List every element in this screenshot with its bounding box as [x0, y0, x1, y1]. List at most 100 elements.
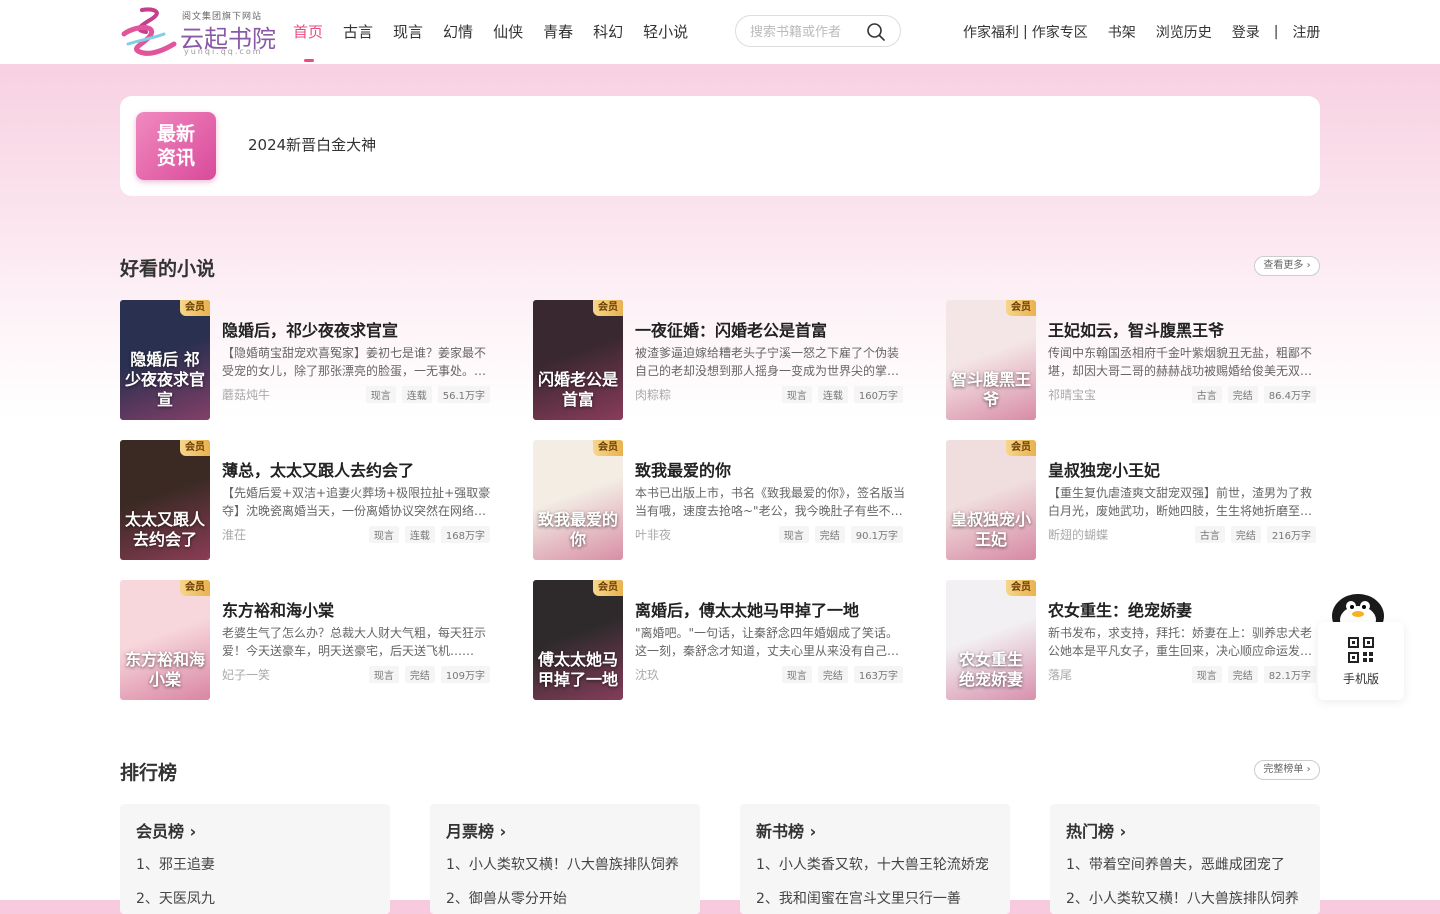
book-cover-title: 傅太太她马甲掉了一地: [537, 650, 618, 689]
ranking-item[interactable]: 1、带着空间养兽夫，恶雌成团宠了: [1066, 854, 1316, 874]
book-card[interactable]: 隐婚后 祁少夜夜求官宣 会员 隐婚后，祁少夜夜求官宣【隐婚萌宝甜宠欢喜冤家】姜初七是…: [120, 300, 490, 420]
news-badge-text: 最新资讯: [156, 123, 195, 169]
book-cover[interactable]: 闪婚老公是首富 会员: [533, 300, 623, 420]
book-cover[interactable]: 隐婚后 祁少夜夜求官宣 会员: [120, 300, 210, 420]
book-title[interactable]: 离婚后，傅太太她马甲掉了一地: [635, 597, 905, 621]
book-cover-title: 农女重生 绝宠娇妻: [958, 650, 1023, 689]
book-cover-title: 智斗腹黑王爷: [950, 370, 1031, 409]
book-author[interactable]: 蘑菇炖牛: [222, 386, 270, 403]
book-tags: 古言 完结 86.4万字: [1186, 386, 1316, 403]
register-link[interactable]: 注册: [1292, 22, 1320, 42]
ranking-item[interactable]: 2、天医凤九: [136, 888, 386, 908]
history-link[interactable]: 浏览历史: [1156, 22, 1212, 42]
login-link[interactable]: 登录: [1232, 22, 1260, 42]
ranking-item[interactable]: 1、小人类香又软，十大兽王轮流娇宠: [756, 854, 1006, 874]
book-cover[interactable]: 智斗腹黑王爷 会员: [946, 300, 1036, 420]
book-description: 新书发布，求支持，拜托：娇妻在上：驯养忠犬老公她本是平凡女子，重生回来，决心顺应…: [1048, 626, 1313, 658]
nav-item-scifi[interactable]: 科幻: [593, 0, 623, 64]
book-description: 【重生复仇虐渣爽文甜宠双强】前世，渣男为了救白月光，废她武功，断她四肢，生生将她…: [1048, 486, 1313, 518]
book-author[interactable]: 祁晴宝宝: [1048, 386, 1096, 403]
ranking-title-link[interactable]: 会员榜 ›: [136, 818, 196, 842]
book-description: 【隐婚萌宝甜宠欢喜冤家】姜初七是谁？姜家最不受宠的女儿，除了那张漂亮的脸蛋，一无…: [222, 346, 487, 378]
book-title[interactable]: 东方裕和海小棠: [222, 597, 492, 621]
book-title[interactable]: 王妃如云，智斗腹黑王爷: [1048, 317, 1318, 341]
book-status-tag: 完结: [817, 666, 848, 683]
author-perks-link[interactable]: 作家福利: [963, 22, 1019, 42]
book-category-tag[interactable]: 古言: [1191, 386, 1222, 403]
book-category-tag[interactable]: 现言: [781, 666, 812, 683]
author-zone-link[interactable]: 作家专区: [1032, 22, 1088, 42]
book-cover[interactable]: 皇叔独宠小王妃 会员: [946, 440, 1036, 560]
book-title[interactable]: 一夜征婚：闪婚老公是首富: [635, 317, 905, 341]
book-card[interactable]: 傅太太她马甲掉了一地 会员 离婚后，傅太太她马甲掉了一地 "离婚吧。"一句话，让秦舒念…: [533, 580, 903, 700]
nav-item-modern[interactable]: 现言: [393, 0, 423, 64]
view-more-button[interactable]: 查看更多 ›: [1254, 256, 1320, 276]
book-card[interactable]: 农女重生 绝宠娇妻 会员 农女重生：绝宠娇妻新书发布，求支持，拜托：娇妻在上：驯养忠…: [946, 580, 1316, 700]
book-author[interactable]: 落尾: [1048, 666, 1072, 683]
book-category-tag[interactable]: 现言: [781, 386, 812, 403]
book-cover-title: 隐婚后 祁少夜夜求官宣: [124, 350, 205, 409]
book-title[interactable]: 农女重生：绝宠娇妻: [1048, 597, 1318, 621]
book-wordcount-tag: 86.4万字: [1263, 386, 1316, 403]
book-author[interactable]: 妃子一笑: [222, 666, 270, 683]
news-badge: 最新资讯: [136, 112, 216, 180]
book-description: "离婚吧。"一句话，让秦舒念四年婚姻成了笑话。这一刻，秦舒念才知道，丈夫心里从来…: [635, 626, 900, 658]
nav-item-fantasy[interactable]: 幻情: [443, 0, 473, 64]
book-title[interactable]: 致我最爱的你: [635, 457, 905, 481]
book-category-tag[interactable]: 现言: [368, 666, 399, 683]
ranking-title-link[interactable]: 热门榜 ›: [1066, 818, 1126, 842]
ranking-title-link[interactable]: 新书榜 ›: [756, 818, 816, 842]
nav-item-home[interactable]: 首页: [293, 0, 323, 64]
book-wordcount-tag: 216万字: [1266, 526, 1316, 543]
book-title[interactable]: 皇叔独宠小王妃: [1048, 457, 1318, 481]
nav-item-xianxia[interactable]: 仙侠: [493, 0, 523, 64]
book-cover[interactable]: 太太又跟人去约会了 会员: [120, 440, 210, 560]
book-cover[interactable]: 傅太太她马甲掉了一地 会员: [533, 580, 623, 700]
book-title[interactable]: 薄总，太太又跟人去约会了: [222, 457, 492, 481]
book-cover[interactable]: 东方裕和海小棠 会员: [120, 580, 210, 700]
vip-badge: 会员: [593, 580, 623, 596]
book-card[interactable]: 皇叔独宠小王妃 会员 皇叔独宠小王妃【重生复仇虐渣爽文甜宠双强】前世，渣男为了救白月…: [946, 440, 1316, 560]
search-icon[interactable]: [866, 22, 886, 42]
top-header: 阅文集团旗下网站 云起书院 yunqi.qq.com 首页 古言 现言 幻情 仙…: [0, 0, 1440, 64]
book-author[interactable]: 沈玖: [635, 666, 659, 683]
book-description: 老婆生气了怎么办？总裁大人财大气粗，每天狂示爱！今天送豪车，明天送豪宅，后天送飞…: [222, 626, 487, 658]
book-author[interactable]: 断翅的蝴蝶: [1048, 526, 1108, 543]
nav-item-youth[interactable]: 青春: [543, 0, 573, 64]
book-cover[interactable]: 农女重生 绝宠娇妻 会员: [946, 580, 1036, 700]
nav-item-ancient[interactable]: 古言: [343, 0, 373, 64]
search-box: [735, 15, 901, 47]
ranking-item[interactable]: 1、邪王追妻: [136, 854, 386, 874]
book-title[interactable]: 隐婚后，祁少夜夜求官宣: [222, 317, 492, 341]
book-category-tag[interactable]: 古言: [1194, 526, 1225, 543]
site-logo[interactable]: 阅文集团旗下网站 云起书院 yunqi.qq.com: [120, 4, 276, 60]
ranking-item[interactable]: 2、我和闺蜜在宫斗文里只行一善: [756, 888, 1006, 908]
book-category-tag[interactable]: 现言: [368, 526, 399, 543]
book-category-tag[interactable]: 现言: [778, 526, 809, 543]
news-headline[interactable]: 2024新晋白金大神: [248, 134, 376, 155]
book-card[interactable]: 东方裕和海小棠 会员 东方裕和海小棠老婆生气了怎么办？总裁大人财大气粗，每天狂示爱！…: [120, 580, 490, 700]
bookshelf-link[interactable]: 书架: [1108, 22, 1136, 42]
ranking-item[interactable]: 2、小人类软又横！八大兽族排队饲养: [1066, 888, 1316, 908]
nav-item-light-novel[interactable]: 轻小说: [643, 0, 688, 64]
ranking-title-link[interactable]: 月票榜 ›: [446, 818, 506, 842]
book-card[interactable]: 太太又跟人去约会了 会员 薄总，太太又跟人去约会了 【先婚后爱+双洁+追妻火葬场+极限…: [120, 440, 490, 560]
search-input[interactable]: [748, 21, 862, 43]
full-ranking-button[interactable]: 完整榜单 ›: [1254, 760, 1320, 780]
qr-code-icon: [1348, 637, 1374, 663]
book-author[interactable]: 叶非夜: [635, 526, 671, 543]
book-description: 传闻中东翰国丞相府千金叶紫烟貌丑无盐，粗鄙不堪，却因大哥二哥的赫赫战功被赐婚给俊…: [1048, 346, 1313, 378]
book-cover[interactable]: 致我最爱的你 会员: [533, 440, 623, 560]
ranking-panel: 会员榜 › 1、邪王追妻 2、天医凤九: [120, 804, 390, 914]
book-category-tag[interactable]: 现言: [365, 386, 396, 403]
book-card[interactable]: 致我最爱的你 会员 致我最爱的你 本书已出版上市，书名《致我最爱的你》，签名版当当有哦…: [533, 440, 905, 560]
ranking-item[interactable]: 2、御兽从零分开始: [446, 888, 696, 908]
ranking-item[interactable]: 1、小人类软又横！八大兽族排队饲养: [446, 854, 696, 874]
mobile-version-button[interactable]: 手机版: [1318, 622, 1404, 700]
book-author[interactable]: 肉粽粽: [635, 386, 671, 403]
book-card[interactable]: 智斗腹黑王爷 会员 王妃如云，智斗腹黑王爷传闻中东翰国丞相府千金叶紫烟貌丑无盐，粗鄙…: [946, 300, 1316, 420]
book-card[interactable]: 闪婚老公是首富 会员 一夜征婚：闪婚老公是首富 被渣爹逼迫嫁给糟老头子宁溪一怒之下雇了…: [533, 300, 903, 420]
book-wordcount-tag: 168万字: [440, 526, 490, 543]
book-author[interactable]: 淮茌: [222, 526, 246, 543]
book-category-tag[interactable]: 现言: [1191, 666, 1222, 683]
